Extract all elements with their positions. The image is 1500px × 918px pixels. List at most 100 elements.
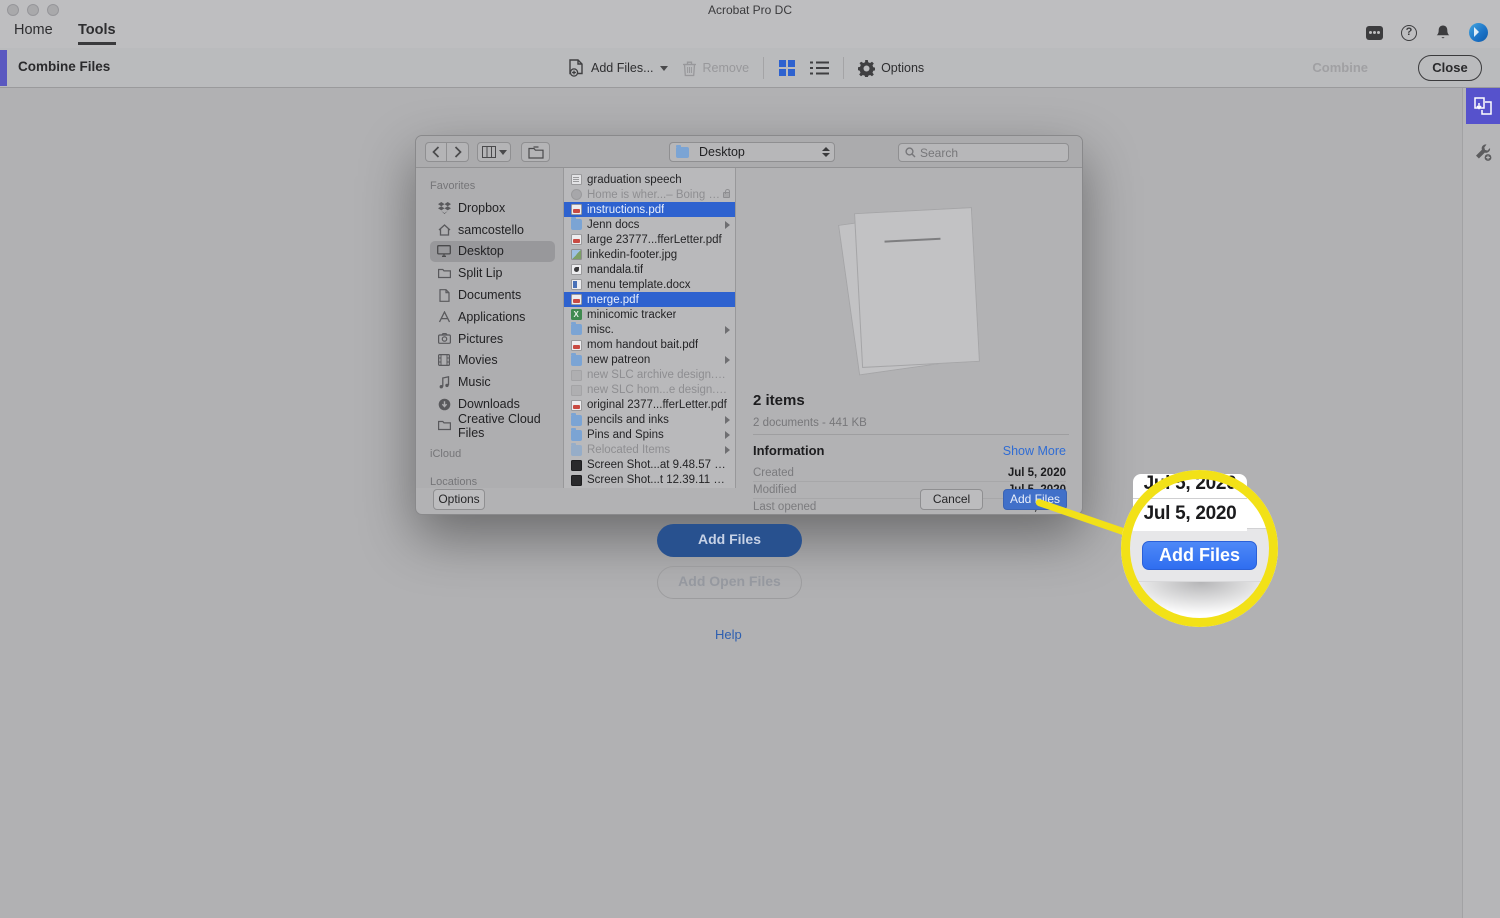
lock-icon (723, 192, 730, 198)
file-row[interactable]: Pins and Spins (564, 428, 735, 443)
columns-view-icon (482, 146, 496, 158)
list-view-button[interactable] (810, 60, 829, 76)
file-row[interactable]: menu template.docx (564, 277, 735, 292)
add-files-toolbar-button[interactable]: Add Files... (568, 59, 668, 78)
toolbar-separator (763, 57, 764, 79)
selection-size: 2 documents - 441 KB (753, 417, 867, 429)
home-icon (436, 224, 452, 236)
film-icon (436, 354, 452, 366)
folder-file-icon (571, 219, 582, 230)
file-name: graduation speech (587, 174, 682, 186)
sidebar-item-movies[interactable]: Movies (430, 350, 555, 372)
file-row[interactable]: Relocated Items (564, 443, 735, 458)
file-row[interactable]: merge.pdf (564, 292, 735, 307)
file-row[interactable]: new SLC archive design.psd (564, 368, 735, 383)
sidebar-item-split-lip[interactable]: Split Lip (430, 262, 555, 284)
folder-icon (676, 147, 689, 158)
preview-pane: 2 items 2 documents - 441 KB Information… (736, 168, 1082, 488)
window-title: Acrobat Pro DC (0, 3, 1500, 17)
info-row: CreatedJul 5, 2020 (753, 465, 1066, 482)
sidebar-item-label: Pictures (458, 332, 503, 346)
spacer (430, 465, 563, 473)
file-name: Screen Shot...at 9.48.57 PM (587, 459, 730, 471)
back-button[interactable] (425, 142, 447, 162)
help-icon[interactable]: ? (1401, 25, 1417, 41)
pdf-file-icon (571, 234, 582, 245)
show-more-link[interactable]: Show More (1003, 444, 1066, 458)
dialog-options-button[interactable]: Options (433, 489, 485, 510)
chat-icon[interactable] (1366, 26, 1383, 40)
file-row[interactable]: instructions.pdf (564, 202, 735, 217)
tool-accent-bar (0, 50, 7, 86)
sidebar-item-documents[interactable]: Documents (430, 284, 555, 306)
options-toolbar-button[interactable]: Options (858, 60, 924, 77)
chevron-right-icon (725, 356, 730, 364)
sidebar-item-creative-cloud-files[interactable]: Creative Cloud Files (430, 415, 555, 437)
sidebar-item-samcostello[interactable]: samcostello (430, 219, 555, 241)
bell-icon[interactable] (1435, 24, 1451, 41)
file-row[interactable]: mandala.tif (564, 262, 735, 277)
add-file-icon (568, 59, 585, 78)
sidebar-item-music[interactable]: Music (430, 371, 555, 393)
forward-button[interactable] (447, 142, 469, 162)
sidebar-item-pictures[interactable]: Pictures (430, 328, 555, 350)
file-row[interactable]: Jenn docs (564, 217, 735, 232)
account-avatar[interactable] (1469, 23, 1488, 42)
sidebar-item-label: Dropbox (458, 201, 505, 215)
add-files-pill-button[interactable]: Add Files (657, 524, 802, 557)
information-heading: Information (753, 443, 825, 458)
file-name: linkedin-footer.jpg (587, 249, 677, 261)
file-name: minicomic tracker (587, 309, 676, 321)
sidebar-item-dropbox[interactable]: Dropbox (430, 197, 555, 219)
sidebar-item-applications[interactable]: Applications (430, 306, 555, 328)
folder-icon (436, 268, 452, 279)
file-row[interactable]: graduation speech (564, 172, 735, 187)
file-row[interactable]: large 23777...fferLetter.pdf (564, 232, 735, 247)
file-row[interactable]: new patreon (564, 353, 735, 368)
list-view-icon (810, 60, 829, 76)
file-row[interactable]: original 2377...fferLetter.pdf (564, 398, 735, 413)
chevron-right-icon (725, 221, 730, 229)
customize-tools-tile[interactable] (1466, 134, 1500, 170)
sidebar-item-desktop[interactable]: Desktop (430, 241, 555, 263)
view-mode-button[interactable] (477, 142, 511, 162)
camera-icon (436, 333, 452, 344)
file-row[interactable]: pencils and inks (564, 413, 735, 428)
file-row[interactable]: new SLC hom...e design.psd (564, 383, 735, 398)
selection-count: 2 items (753, 392, 805, 409)
tab-home[interactable]: Home (14, 22, 53, 38)
file-row[interactable]: misc. (564, 322, 735, 337)
file-row[interactable]: minicomic tracker (564, 307, 735, 322)
sidebar-item-label: Split Lip (458, 266, 502, 280)
new-folder-button[interactable] (521, 142, 550, 162)
sidebar-item-label: Music (458, 375, 491, 389)
sidebar-item-label: Applications (458, 310, 525, 324)
grid-view-button[interactable] (778, 59, 796, 77)
search-field[interactable] (898, 143, 1069, 162)
file-row[interactable]: mom handout bait.pdf (564, 338, 735, 353)
search-input[interactable] (920, 146, 1050, 160)
close-button[interactable]: Close (1418, 55, 1482, 81)
tab-tools[interactable]: Tools (78, 22, 116, 38)
combine-button[interactable]: Combine (1312, 60, 1368, 75)
help-link[interactable]: Help (715, 627, 742, 642)
remove-toolbar-button[interactable]: Remove (682, 60, 750, 77)
chevron-right-icon (725, 431, 730, 439)
dialog-footer: Options Cancel Add Files (416, 486, 1082, 514)
dialog-chrome: Desktop (416, 136, 1082, 168)
file-row[interactable]: linkedin-footer.jpg (564, 247, 735, 262)
sidebar-item-label: samcostello (458, 223, 524, 237)
file-name: misc. (587, 324, 614, 336)
new-folder-icon (528, 146, 544, 159)
cancel-button[interactable]: Cancel (920, 489, 983, 510)
add-open-files-pill-button[interactable]: Add Open Files (657, 566, 802, 599)
location-select[interactable]: Desktop (669, 142, 835, 162)
chevron-right-icon (725, 326, 730, 334)
file-row[interactable]: Home is wher...– Boing Boing (564, 187, 735, 202)
music-icon (436, 376, 452, 389)
select-carets-icon (822, 147, 830, 157)
file-name: Jenn docs (587, 219, 639, 231)
sidebar-item-label: Creative Cloud Files (458, 412, 555, 440)
file-row[interactable]: Screen Shot...at 9.48.57 PM (564, 458, 735, 473)
combine-files-tool-tile[interactable] (1466, 88, 1500, 124)
